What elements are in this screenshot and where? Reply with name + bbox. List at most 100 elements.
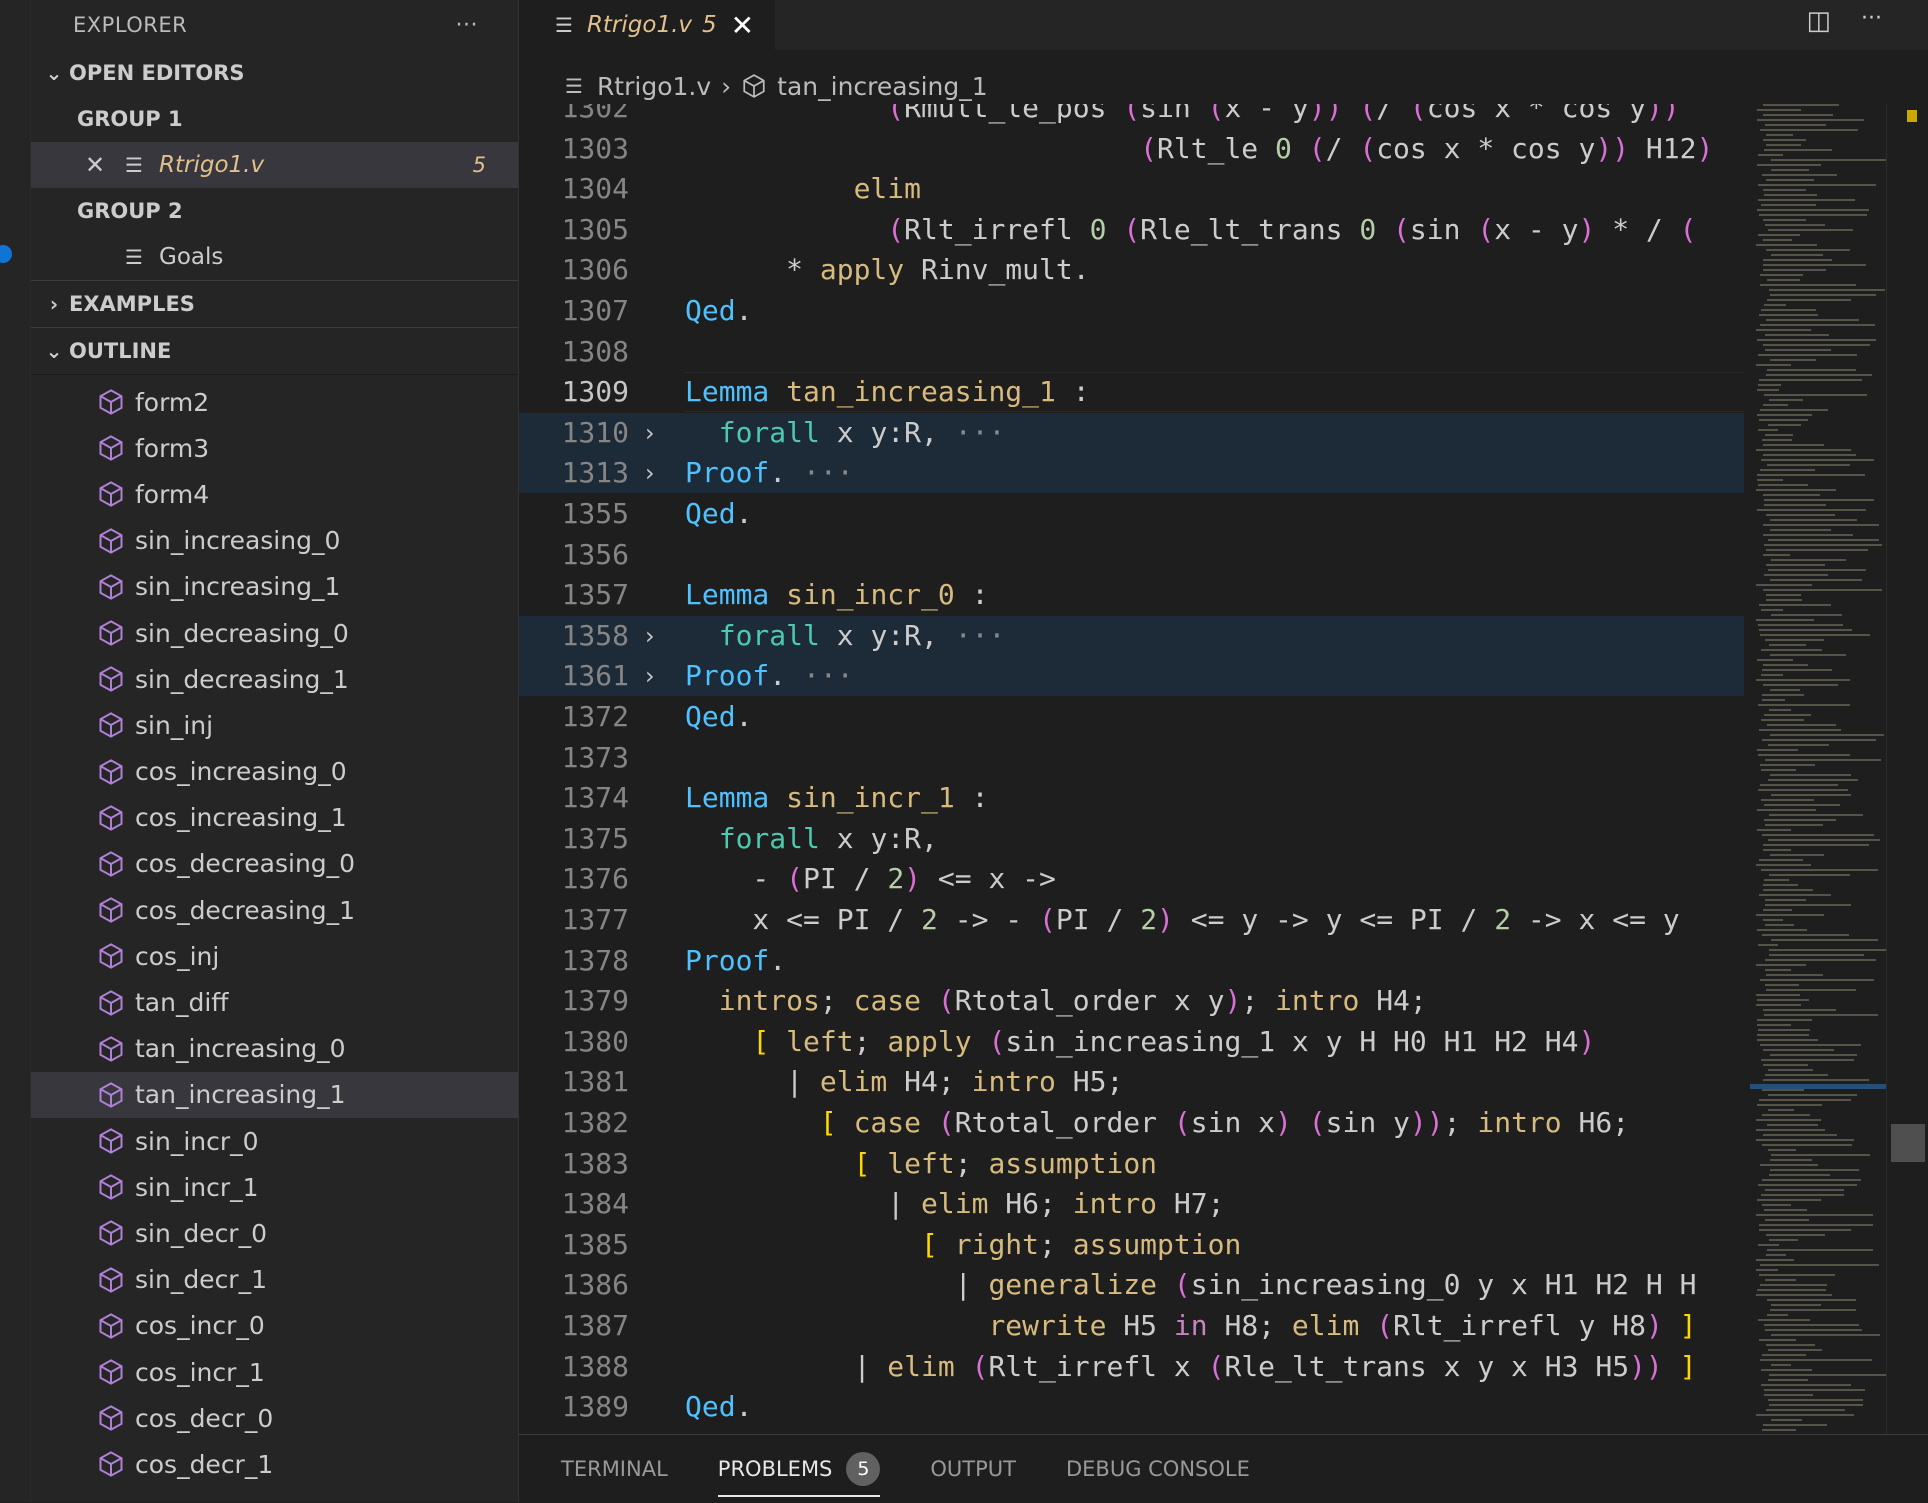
- code-line[interactable]: 1382 [ case (Rtotal_order (sin x) (sin y…: [519, 1103, 1744, 1143]
- outline-label: OUTLINE: [69, 339, 172, 363]
- tab-problems[interactable]: PROBLEMS 5: [717, 1435, 881, 1503]
- close-icon[interactable]: ✕: [85, 151, 115, 179]
- breadcrumb-symbol[interactable]: tan_increasing_1: [777, 72, 988, 101]
- code-line[interactable]: 1376 - (PI / 2) <= x ->: [519, 859, 1744, 899]
- code-line[interactable]: 1385 [ right; assumption: [519, 1225, 1744, 1265]
- outline-item-label: cos_incr_0: [135, 1311, 265, 1341]
- code-area[interactable]: 1302 (Rmult_le_pos (sin (x - y)) (/ (cos…: [519, 104, 1744, 1434]
- outline-item[interactable]: cos_decreasing_1: [31, 887, 518, 933]
- minimap-line: [1764, 1394, 1813, 1396]
- code-line[interactable]: 1357 Lemma sin_incr_0 :: [519, 575, 1744, 615]
- minimap-line: [1759, 214, 1867, 216]
- fold-chevron-icon[interactable]: ›: [645, 413, 655, 453]
- symbol-cube-icon: [99, 574, 123, 600]
- code-line[interactable]: 1373: [519, 738, 1744, 778]
- breadcrumb-file[interactable]: Rtrigo1.v: [597, 72, 711, 101]
- open-editors-section[interactable]: ⌄ OPEN EDITORS: [31, 50, 518, 96]
- code-line[interactable]: 1303 (Rlt_le 0 (/ (cos x * cos y)) H12): [519, 129, 1744, 169]
- outline-item[interactable]: sin_decreasing_1: [31, 656, 518, 702]
- outline-item[interactable]: form4: [31, 471, 518, 517]
- fold-chevron-icon[interactable]: ›: [645, 656, 655, 696]
- split-editor-icon[interactable]: ◫: [1806, 6, 1831, 36]
- outline-item[interactable]: cos_inj: [31, 933, 518, 979]
- open-editor-goals[interactable]: ☰ Goals: [31, 234, 518, 280]
- code-line[interactable]: 1358 › forall x y:R, ···: [519, 615, 1744, 656]
- outline-item[interactable]: cos_increasing_1: [31, 795, 518, 841]
- tab-debug-console[interactable]: DEBUG CONSOLE: [1066, 1435, 1250, 1503]
- outline-item[interactable]: sin_increasing_0: [31, 518, 518, 564]
- scrollbar-thumb[interactable]: [1891, 1124, 1925, 1162]
- tab-rtrigo1[interactable]: ☰ Rtrigo1.v 5 ✕: [519, 0, 775, 50]
- more-actions-icon[interactable]: ···: [1861, 6, 1882, 36]
- symbol-cube-icon: [99, 1128, 123, 1154]
- outline-item[interactable]: tan_diff: [31, 979, 518, 1025]
- code-line[interactable]: 1387 rewrite H5 in H8; elim (Rlt_irrefl …: [519, 1306, 1744, 1346]
- code-line[interactable]: 1304 elim: [519, 169, 1744, 209]
- code-line[interactable]: 1389 Qed.: [519, 1387, 1744, 1427]
- vertical-scrollbar[interactable]: [1886, 104, 1928, 1434]
- outline-item[interactable]: sin_increasing_1: [31, 564, 518, 610]
- code-line[interactable]: 1381 | elim H4; intro H5;: [519, 1062, 1744, 1102]
- code-text: Proof. ···: [685, 659, 854, 693]
- code-text: (Rlt_le 0 (/ (cos x * cos y)) H12): [1140, 131, 1714, 165]
- minimap[interactable]: [1750, 104, 1886, 1434]
- accounts-badge-icon[interactable]: [0, 245, 12, 263]
- outline-section[interactable]: ⌄ OUTLINE: [31, 327, 518, 375]
- outline-item[interactable]: sin_incr_1: [31, 1164, 518, 1210]
- code-line[interactable]: 1306 * apply Rinv_mult.: [519, 250, 1744, 290]
- open-editor-rtrigo1[interactable]: ✕ ☰ Rtrigo1.v 5: [31, 142, 518, 188]
- outline-item[interactable]: tan_increasing_0: [31, 1026, 518, 1072]
- tab-terminal[interactable]: TERMINAL: [561, 1435, 668, 1503]
- code-line[interactable]: 1302 (Rmult_le_pos (sin (x - y)) (/ (cos…: [519, 104, 1744, 128]
- code-line[interactable]: 1309 Lemma tan_increasing_1 :: [519, 372, 1744, 413]
- outline-item[interactable]: form3: [31, 425, 518, 471]
- minimap-line: [1760, 409, 1828, 411]
- code-line[interactable]: 1310 › forall x y:R, ···: [519, 412, 1744, 453]
- code-line[interactable]: 1372 Qed.: [519, 697, 1744, 737]
- code-line[interactable]: 1377 x <= PI / 2 -> - (PI / 2) <= y -> y…: [519, 900, 1744, 940]
- outline-item[interactable]: cos_decr_1: [31, 1441, 518, 1487]
- code-line[interactable]: 1375 forall x y:R,: [519, 819, 1744, 859]
- tab-output[interactable]: OUTPUT: [930, 1435, 1016, 1503]
- close-icon[interactable]: ✕: [731, 9, 754, 42]
- code-line[interactable]: 1378 Proof.: [519, 941, 1744, 981]
- code-line[interactable]: 1380 [ left; apply (sin_increasing_1 x y…: [519, 1022, 1744, 1062]
- code-line[interactable]: 1308: [519, 332, 1744, 372]
- code-line[interactable]: 1355 Qed.: [519, 494, 1744, 534]
- outline-item[interactable]: sin_decreasing_0: [31, 610, 518, 656]
- outline-item[interactable]: cos_increasing_0: [31, 749, 518, 795]
- code-line[interactable]: 1356: [519, 535, 1744, 575]
- code-line[interactable]: 1307 Qed.: [519, 291, 1744, 331]
- code-line[interactable]: 1384 | elim H6; intro H7;: [519, 1184, 1744, 1224]
- outline-item[interactable]: cos_decreasing_0: [31, 841, 518, 887]
- more-actions-icon[interactable]: ···: [456, 13, 478, 38]
- outline-item[interactable]: sin_decr_0: [31, 1210, 518, 1256]
- outline-item[interactable]: cos_decr_0: [31, 1395, 518, 1441]
- minimap-line: [1766, 1409, 1845, 1411]
- minimap-line: [1767, 1249, 1873, 1251]
- code-line[interactable]: 1361 › Proof. ···: [519, 656, 1744, 697]
- outline-item[interactable]: tan_increasing_1: [31, 1071, 518, 1118]
- minimap-line: [1770, 854, 1824, 856]
- code-line[interactable]: 1388 | elim (Rlt_irrefl x (Rle_lt_trans …: [519, 1347, 1744, 1387]
- outline-item[interactable]: cos_incr_0: [31, 1303, 518, 1349]
- code-line[interactable]: 1305 (Rlt_irrefl 0 (Rle_lt_trans 0 (sin …: [519, 210, 1744, 250]
- code-line[interactable]: 1386 | generalize (sin_increasing_0 y x …: [519, 1265, 1744, 1305]
- outline-item[interactable]: cos_incr_1: [31, 1349, 518, 1395]
- code-line[interactable]: 1379 intros; case (Rtotal_order x y); in…: [519, 981, 1744, 1021]
- minimap-line: [1759, 1224, 1873, 1226]
- examples-section[interactable]: › EXAMPLES: [31, 280, 518, 327]
- outline-item[interactable]: sin_inj: [31, 702, 518, 748]
- outline-item[interactable]: sin_incr_0: [31, 1118, 518, 1164]
- minimap-line: [1768, 1069, 1813, 1071]
- minimap-line: [1769, 1174, 1830, 1176]
- fold-chevron-icon[interactable]: ›: [645, 453, 655, 493]
- code-line[interactable]: 1313 › Proof. ···: [519, 453, 1744, 494]
- code-text: Qed.: [685, 700, 753, 733]
- outline-item[interactable]: form2: [31, 379, 518, 425]
- code-line[interactable]: 1383 [ left; assumption: [519, 1144, 1744, 1184]
- minimap-line: [1759, 859, 1803, 861]
- code-line[interactable]: 1374 Lemma sin_incr_1 :: [519, 778, 1744, 818]
- outline-item[interactable]: sin_decr_1: [31, 1257, 518, 1303]
- fold-chevron-icon[interactable]: ›: [645, 616, 655, 656]
